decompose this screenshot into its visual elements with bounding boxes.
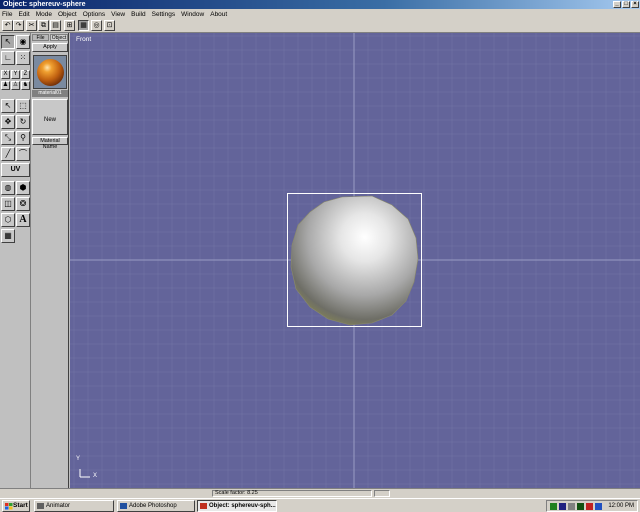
menu-file[interactable]: File — [2, 11, 12, 18]
menu-build[interactable]: Build — [131, 11, 145, 18]
task-object-window[interactable]: Object: sphereuv-sph... — [197, 500, 277, 512]
menu-options[interactable]: Options — [83, 11, 105, 18]
tool-palette: ↖ ◉ ∟ ⁙ X Y Z ♟ ♙ ♞ ↖ ⬚ ✥ ↻ ⤡ ⚲ ╱ ⌒ UV ◍… — [0, 33, 31, 498]
view-label: Front — [76, 36, 92, 43]
box-select-icon[interactable]: ⬚ — [16, 99, 30, 113]
snap-icon[interactable]: ⊞ — [64, 20, 75, 31]
tray-alert-icon[interactable] — [586, 503, 593, 510]
axis-z-button[interactable]: Z — [21, 70, 30, 79]
cut-icon[interactable]: ✂ — [26, 20, 37, 31]
line-icon[interactable]: ╱ — [1, 147, 15, 161]
material-preview-sphere — [37, 59, 64, 86]
photoshop-icon — [120, 503, 127, 509]
viewport-grid — [70, 33, 640, 488]
tab-file[interactable]: File — [32, 34, 49, 41]
task-label: Object: sphereuv-sph... — [209, 503, 276, 509]
material-panel: File Object Apply material01 New Materia… — [31, 33, 69, 498]
start-label: Start — [13, 502, 28, 509]
new-material-button[interactable]: New — [32, 99, 68, 135]
menu-bar: File Edit Mode Object Options View Build… — [0, 9, 640, 19]
material-name-label: material01 — [32, 90, 68, 97]
torus-primitive-icon[interactable]: ❂ — [16, 197, 30, 211]
grid-toggle-icon[interactable]: ▦ — [78, 20, 89, 31]
menu-window[interactable]: Window — [181, 11, 204, 18]
tray-display-icon[interactable] — [595, 503, 602, 510]
minimize-button[interactable]: _ — [613, 1, 621, 8]
apply-button[interactable]: Apply — [32, 43, 68, 52]
menu-settings[interactable]: Settings — [152, 11, 176, 18]
magnify-icon[interactable]: ⚲ — [16, 131, 30, 145]
pointer-icon[interactable]: ↖ — [1, 99, 15, 113]
axis-y-label: Y — [76, 456, 81, 462]
arrow-select-icon[interactable]: ↖ — [1, 35, 15, 49]
task-photoshop[interactable]: Adobe Photoshop — [117, 500, 195, 512]
paste-icon[interactable]: ▤ — [50, 20, 61, 31]
group-icon[interactable]: ♙ — [11, 81, 20, 90]
task-label: Animator — [46, 503, 71, 509]
window-title: Object: sphereuv-sphere — [3, 1, 86, 8]
close-button[interactable]: × — [631, 1, 639, 8]
new-label: New — [43, 117, 56, 123]
object-app-icon — [200, 503, 207, 509]
redo-icon[interactable]: ↷ — [13, 20, 24, 31]
scale-factor-readout: Scale factor: 8.25 — [212, 490, 372, 497]
figure-icon[interactable]: ♟ — [1, 81, 10, 90]
menu-view[interactable]: View — [111, 11, 125, 18]
eye-view-icon[interactable]: ◉ — [16, 35, 30, 49]
status-field — [374, 490, 390, 497]
undo-icon[interactable]: ↶ — [2, 20, 13, 31]
cylinder-primitive-icon[interactable]: ◫ — [1, 197, 15, 211]
scale-icon[interactable]: ⤡ — [1, 131, 15, 145]
menu-object[interactable]: Object — [58, 11, 77, 18]
curve-icon[interactable]: ⌒ — [16, 147, 30, 161]
front-viewport[interactable]: Front Y X — [70, 33, 640, 488]
title-bar: Object: sphereuv-sphere _ □ × — [0, 0, 640, 9]
tray-volume-icon[interactable] — [568, 503, 575, 510]
system-tray: 12:00 PM — [546, 500, 638, 512]
start-button[interactable]: Start — [2, 500, 30, 512]
material-swatch[interactable] — [33, 55, 67, 89]
rotate-icon[interactable]: ↻ — [16, 115, 30, 129]
points-icon[interactable]: ⁙ — [16, 51, 30, 65]
zoom-fit-icon[interactable]: ◎ — [91, 20, 102, 31]
animator-icon — [37, 503, 44, 509]
tab-object[interactable]: Object — [50, 34, 68, 41]
table-icon[interactable]: ▦ — [1, 229, 15, 243]
application-window: Object: sphereuv-sphere _ □ × File Edit … — [0, 0, 640, 498]
task-animator[interactable]: Animator — [34, 500, 114, 512]
tray-app-icon[interactable] — [550, 503, 557, 510]
text-tool-icon[interactable]: A — [16, 213, 30, 227]
hexagon-icon[interactable]: ⬡ — [1, 213, 15, 227]
cube-primitive-icon[interactable]: ⬢ — [16, 181, 30, 195]
tray-monitor-icon[interactable] — [577, 503, 584, 510]
copy-icon[interactable]: ⧉ — [38, 20, 49, 31]
taskbar: Start Animator Adobe Photoshop Object: s… — [0, 498, 640, 512]
maximize-button[interactable]: □ — [622, 1, 630, 8]
uv-button[interactable]: UV — [1, 163, 30, 177]
sphere-object — [290, 195, 419, 326]
menu-mode[interactable]: Mode — [36, 11, 52, 18]
tray-network-icon[interactable] — [559, 503, 566, 510]
axis-x-label: X — [93, 473, 98, 479]
menu-edit[interactable]: Edit — [18, 11, 29, 18]
axis-x-button[interactable]: X — [1, 70, 10, 79]
bones-icon[interactable]: ♞ — [21, 81, 30, 90]
axis-y-button[interactable]: Y — [11, 70, 20, 79]
status-bar: Scale factor: 8.25 — [0, 488, 640, 498]
windows-logo-icon — [5, 503, 13, 510]
clock: 12:00 PM — [608, 503, 634, 509]
bend-icon[interactable]: ∟ — [1, 51, 15, 65]
material-name-button[interactable]: Material Name — [32, 137, 68, 150]
sphere-primitive-icon[interactable]: ◍ — [1, 181, 15, 195]
menu-about[interactable]: About — [210, 11, 227, 18]
move-icon[interactable]: ✥ — [1, 115, 15, 129]
task-label: Adobe Photoshop — [129, 503, 177, 509]
zoom-all-icon[interactable]: ⊡ — [104, 20, 115, 31]
toolbar: ↶ ↷ ✂ ⧉ ▤ ⊞ ▦ ◎ ⊡ — [0, 19, 640, 33]
